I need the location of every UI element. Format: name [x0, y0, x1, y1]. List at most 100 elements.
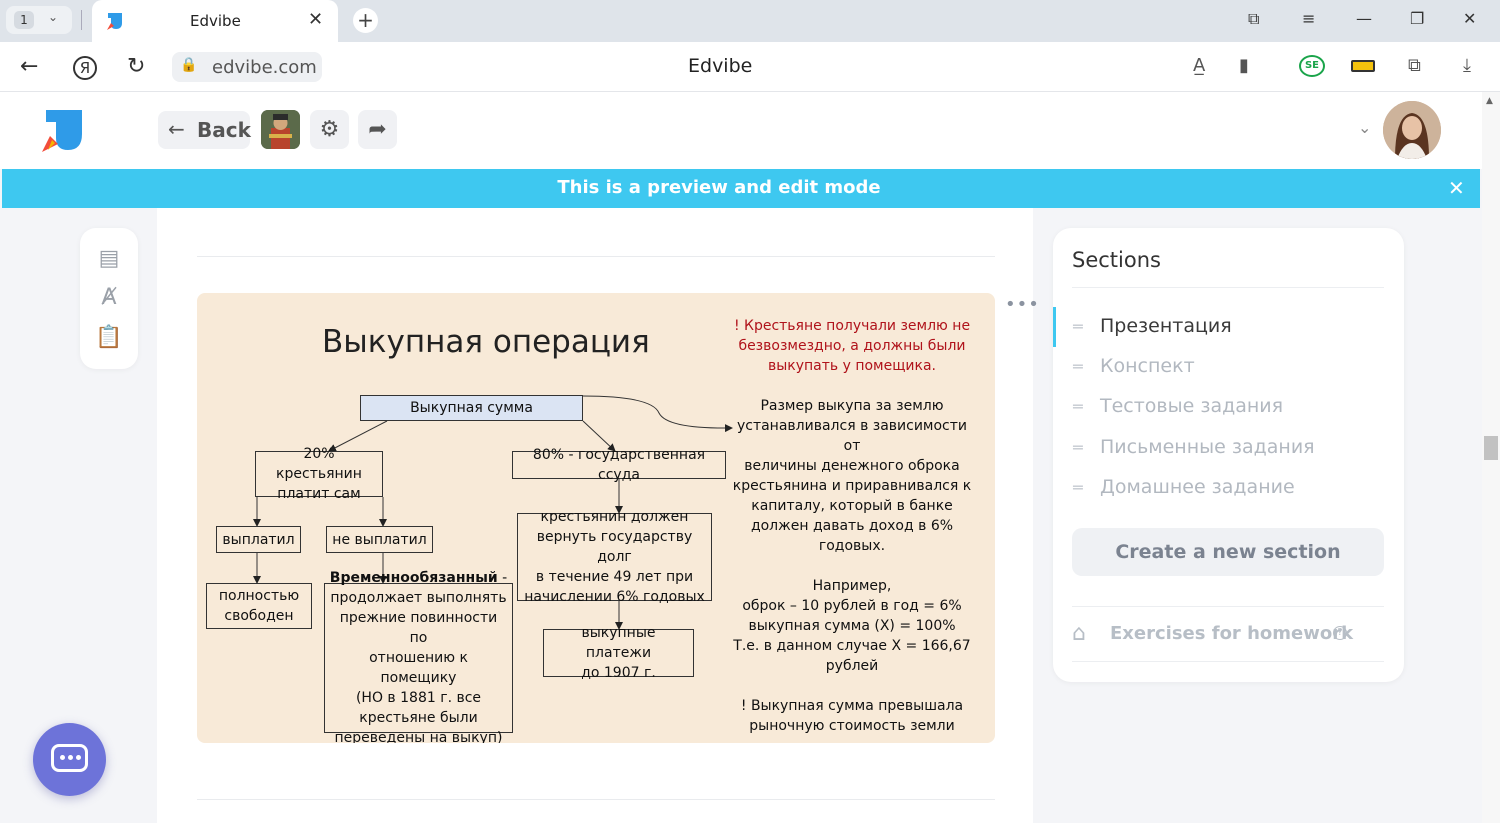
- loan-repayment-line: в течение 49 лет при: [535, 569, 694, 585]
- page-scrollbar[interactable]: ▲: [1482, 92, 1500, 823]
- presentation-slide: Выкупная операция Выкупная сумма 20% кре…: [197, 293, 995, 743]
- minimize-icon[interactable]: —: [1356, 9, 1372, 28]
- new-tab-button[interactable]: +: [353, 8, 378, 33]
- explanation-line: Например,: [812, 578, 892, 594]
- drag-handle-icon[interactable]: ═: [1073, 357, 1083, 376]
- explanation-line: ! Выкупная сумма превышала: [740, 698, 964, 714]
- address-bar: ← Я ↻ 🔒 edvibe.com Edvibe A̲ ▮ SE ⧉ ⤓: [0, 42, 1500, 92]
- explanation-line: рыночную стоимость земли: [749, 718, 955, 734]
- translate-icon[interactable]: A̲: [1193, 55, 1205, 76]
- battery-icon[interactable]: [1351, 60, 1375, 72]
- explanation-line: Т.е. в данном случае Х = 166,67: [733, 638, 971, 654]
- paid-text: выплатил: [222, 531, 295, 548]
- chat-button[interactable]: [33, 723, 106, 796]
- divider: [197, 256, 995, 257]
- section-item-written[interactable]: ═ Письменные задания: [1053, 428, 1383, 468]
- close-icon[interactable]: ✕: [308, 9, 323, 30]
- settings-gear-button[interactable]: ⚙: [310, 110, 349, 149]
- temporarily-obliged-box: Временнообязанный - продолжает выполнять…: [324, 570, 513, 743]
- bookmarks-icon[interactable]: ⧉: [1248, 9, 1259, 29]
- explanation-line: величины денежного оброка: [744, 458, 960, 474]
- peasant-share-line: 20% крестьянин: [276, 446, 362, 482]
- explanation-text: Размер выкупа за землю устанавливался в …: [727, 396, 977, 736]
- sections-panel: Sections ═ Презентация ═ Конспект ═ Тест…: [1053, 228, 1404, 682]
- section-item-presentation[interactable]: ═ Презентация: [1053, 307, 1383, 347]
- arrow-left-icon: ←: [168, 117, 185, 141]
- user-avatar[interactable]: [1383, 101, 1441, 159]
- edvibe-favicon-icon: [107, 13, 122, 30]
- red-note-line: ! Крестьяне получали землю не: [733, 318, 971, 334]
- tab-title: Edvibe: [190, 12, 241, 30]
- scrollbar-thumb[interactable]: [1484, 436, 1498, 460]
- avatar-image: [1383, 101, 1441, 159]
- section-item-summary[interactable]: ═ Конспект: [1053, 347, 1383, 387]
- section-item-homework[interactable]: ═ Домашнее задание: [1053, 468, 1383, 508]
- paid-box: выплатил: [216, 526, 301, 553]
- lock-icon: 🔒: [180, 57, 198, 73]
- free-line: полностью: [218, 588, 300, 604]
- back-arrow-icon[interactable]: ←: [20, 54, 38, 79]
- loan-repayment-line: вернуть государству долг: [536, 529, 693, 565]
- page-title: Edvibe: [688, 55, 753, 77]
- banner-message: This is a preview and edit mode: [557, 177, 881, 198]
- red-note-line: безвозмездно, а должны были: [738, 338, 966, 354]
- lesson-cover-image[interactable]: [261, 110, 300, 149]
- homework-exercises-link[interactable]: ⌂ Exercises for homework ?: [1072, 621, 1384, 651]
- temporarily-obliged-line: продолжает выполнять: [330, 590, 507, 606]
- peasant-share-line: платит сам: [277, 486, 361, 502]
- divider: [81, 10, 82, 30]
- redemption-payments-line: до 1907 г.: [581, 665, 656, 681]
- comment-icon[interactable]: ▤: [94, 246, 124, 272]
- drag-handle-icon[interactable]: ═: [1073, 438, 1083, 457]
- explanation-line: капиталу, который в банке: [751, 498, 953, 514]
- translate-icon[interactable]: Ⱥ: [94, 285, 124, 311]
- app-header: ← Back ⚙ ➦ ⌄: [0, 92, 1482, 169]
- share-button[interactable]: ➦: [358, 110, 397, 149]
- peasant-share-box: 20% крестьянин платит сам: [255, 446, 383, 502]
- edvibe-logo-icon[interactable]: [38, 106, 88, 156]
- extensions-icon[interactable]: ⧉: [1408, 55, 1421, 76]
- section-label: Конспект: [1100, 355, 1195, 377]
- explanation-line: [727, 676, 977, 696]
- drag-handle-icon[interactable]: ═: [1073, 478, 1083, 497]
- browser-tab-active[interactable]: Edvibe ✕: [92, 0, 338, 42]
- slide-title: Выкупная операция: [322, 324, 650, 360]
- reload-icon[interactable]: ↻: [127, 54, 145, 79]
- drag-handle-icon[interactable]: ═: [1073, 317, 1083, 336]
- temporarily-obliged-line: отношению к помещику: [369, 650, 468, 686]
- close-banner-icon[interactable]: ✕: [1448, 176, 1465, 200]
- state-loan-box: 80% - государственная ссуда: [512, 447, 726, 483]
- url-field[interactable]: 🔒 edvibe.com: [172, 52, 322, 82]
- explanation-line: [727, 556, 977, 576]
- temporarily-obliged-term: Временнообязанный: [329, 570, 498, 586]
- red-warning-note: ! Крестьяне получали землю не безвозмезд…: [727, 316, 977, 376]
- back-button[interactable]: ← Back: [158, 111, 251, 149]
- help-icon[interactable]: ?: [1333, 626, 1347, 640]
- section-item-tests[interactable]: ═ Тестовые задания: [1053, 387, 1383, 427]
- section-label: Письменные задания: [1100, 436, 1315, 458]
- create-section-button[interactable]: Create a new section: [1072, 528, 1384, 576]
- drag-handle-icon[interactable]: ═: [1073, 397, 1083, 416]
- scroll-up-icon[interactable]: ▲: [1486, 96, 1493, 106]
- redemption-payments-line: выкупные платежи: [581, 625, 656, 661]
- redemption-payments-box: выкупные платежи до 1907 г.: [543, 625, 694, 681]
- temporarily-obliged-line: (НО в 1881 г. все: [355, 690, 482, 706]
- loan-repayment-line: начислении 6% годовых: [524, 589, 705, 605]
- clipboard-icon[interactable]: 📋: [94, 325, 124, 351]
- more-options-icon[interactable]: •••: [1005, 296, 1039, 320]
- explanation-line: годовых.: [818, 538, 886, 554]
- yandex-icon[interactable]: Я: [73, 56, 97, 80]
- menu-icon[interactable]: ≡: [1302, 9, 1315, 28]
- section-label: Домашнее задание: [1100, 476, 1295, 498]
- free-box: полностью свободен: [206, 583, 312, 629]
- bookmark-icon[interactable]: ▮: [1239, 55, 1249, 76]
- window-close-icon[interactable]: ✕: [1463, 9, 1476, 28]
- download-icon[interactable]: ⤓: [1463, 55, 1471, 76]
- restore-icon[interactable]: ❐: [1410, 9, 1424, 28]
- chevron-down-icon[interactable]: ⌄: [1358, 118, 1371, 137]
- temporarily-obliged-line: прежние повинности по: [339, 610, 498, 646]
- explanation-line: оброк – 10 рублей в год = 6%: [742, 598, 962, 614]
- se-extension-icon[interactable]: SE: [1299, 55, 1325, 77]
- state-loan-text: 80% - государственная ссуда: [532, 447, 706, 483]
- tab-counter[interactable]: 1 ⌄: [6, 6, 72, 34]
